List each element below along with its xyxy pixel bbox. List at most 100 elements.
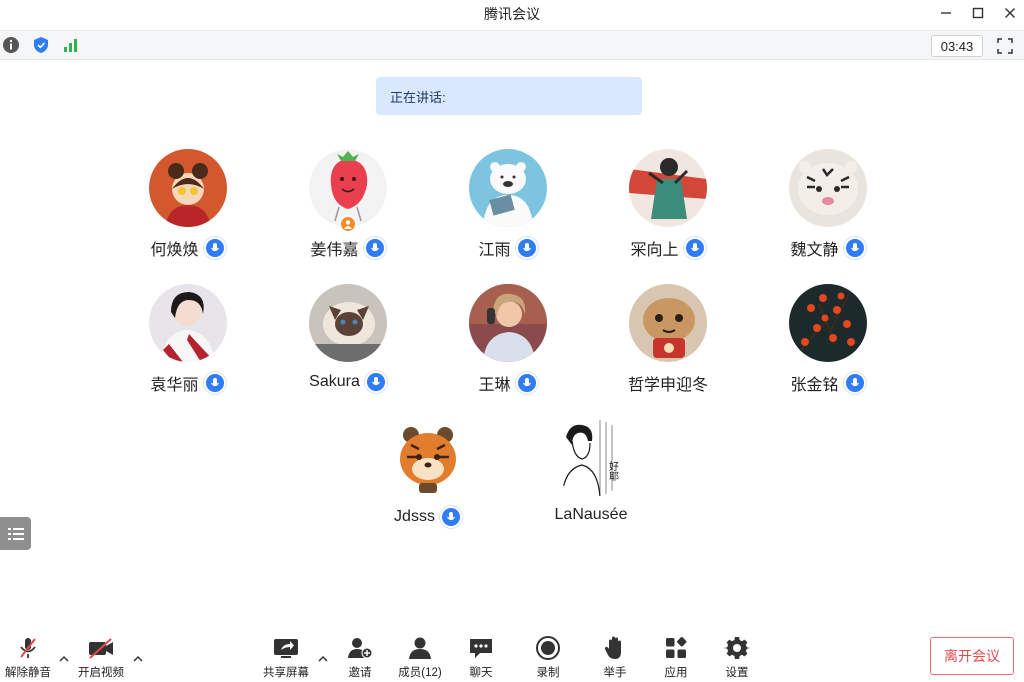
members-icon [405, 634, 435, 662]
avatar [629, 149, 707, 227]
signal-icon [64, 39, 77, 52]
share-screen-label: 共享屏幕 [263, 667, 309, 679]
avatar [469, 149, 547, 227]
meeting-timer: 03:43 [931, 35, 983, 57]
raise-hand-button[interactable]: 举手 [587, 634, 643, 682]
unmute-button[interactable]: 解除静音 [0, 634, 56, 682]
audio-options-button[interactable] [57, 652, 71, 666]
minimize-icon [941, 12, 951, 14]
video-options-button[interactable] [131, 652, 145, 666]
start-video-button[interactable]: 开启视频 [73, 634, 129, 682]
mic-muted-icon [13, 634, 43, 662]
avatar [629, 284, 707, 362]
participant-tile[interactable]: 姜伟嘉 [273, 149, 423, 269]
record-button[interactable]: 录制 [520, 634, 576, 682]
mic-icon [439, 506, 462, 528]
shield-icon [34, 37, 48, 53]
chevron-up-icon [318, 655, 328, 662]
participant-name: 哲学申迎冬 [627, 377, 708, 394]
participant-tile[interactable]: 张金铭 [753, 284, 903, 404]
participant-name: 袁华丽 [150, 377, 199, 394]
security-button[interactable] [30, 34, 52, 56]
participant-list-toggle[interactable] [0, 517, 31, 550]
meeting-info-bar: 03:43 [0, 30, 1024, 60]
info-icon [3, 37, 19, 53]
fullscreen-button[interactable] [994, 35, 1016, 57]
camera-off-icon [86, 634, 116, 662]
participant-name: Jdsss [394, 508, 435, 525]
participant-tile[interactable]: 袁华丽 [113, 284, 263, 404]
avatar [149, 149, 227, 227]
members-label: 成员(12) [398, 667, 442, 679]
mic-icon [515, 372, 538, 394]
participant-name: 何焕焕 [150, 242, 199, 259]
gear-icon [722, 634, 752, 662]
participant-tile[interactable]: 魏文静 [753, 149, 903, 269]
share-screen-button[interactable]: 共享屏幕 [258, 634, 314, 682]
window-title: 腾讯会议 [484, 6, 540, 22]
avatar [309, 284, 387, 362]
chevron-up-icon [59, 655, 69, 662]
participant-name: 魏文静 [790, 242, 839, 259]
raise-hand-label: 举手 [603, 667, 627, 679]
maximize-button[interactable] [964, 2, 992, 24]
avatar [389, 419, 467, 497]
mic-icon [843, 237, 866, 259]
avatar: 好耶 [552, 419, 630, 497]
mic-icon [203, 372, 226, 394]
participant-tile[interactable]: Sakura [273, 284, 423, 404]
participant-tile[interactable]: 王琳 [433, 284, 583, 404]
invite-button[interactable]: 邀请 [332, 634, 388, 682]
mic-icon [203, 237, 226, 259]
mic-icon [364, 371, 387, 393]
close-button[interactable] [996, 2, 1024, 24]
maximize-icon [972, 7, 984, 19]
settings-button[interactable]: 设置 [709, 634, 765, 682]
chat-label: 聊天 [469, 667, 493, 679]
host-badge-icon [339, 215, 357, 233]
chat-button[interactable]: 聊天 [453, 634, 509, 682]
avatar [149, 284, 227, 362]
leave-meeting-button[interactable]: 离开会议 [930, 637, 1014, 675]
list-icon [7, 527, 24, 540]
apps-icon [661, 634, 691, 662]
members-button[interactable]: 成员(12) [392, 634, 448, 682]
participant-tile[interactable]: 哲学申迎冬 [593, 284, 743, 404]
avatar [789, 149, 867, 227]
participant-name: 王琳 [478, 377, 511, 394]
unmute-label: 解除静音 [5, 667, 51, 679]
share-options-button[interactable] [316, 652, 330, 666]
title-bar: 腾讯会议 [0, 0, 1024, 28]
record-icon [533, 634, 563, 662]
participant-tile[interactable]: 好耶 LaNausée [516, 419, 666, 539]
close-icon [1005, 8, 1015, 18]
avatar [789, 284, 867, 362]
record-label: 录制 [536, 667, 560, 679]
participant-tile[interactable]: 冞向上 [593, 149, 743, 269]
avatar [469, 284, 547, 362]
avatar-caption: 好耶 [607, 461, 619, 482]
share-screen-icon [271, 634, 301, 662]
raise-hand-icon [600, 634, 630, 662]
minimize-button[interactable] [932, 2, 960, 24]
participant-name: 张金铭 [790, 377, 839, 394]
participant-tile[interactable]: Jdsss [353, 419, 503, 539]
mic-icon [683, 237, 706, 259]
chat-icon [466, 634, 496, 662]
participant-name: 姜伟嘉 [310, 242, 359, 259]
participant-name: LaNausée [554, 506, 628, 523]
apps-button[interactable]: 应用 [648, 634, 704, 682]
participant-name: 江雨 [478, 242, 511, 259]
participant-tile[interactable]: 江雨 [433, 149, 583, 269]
mic-icon [515, 237, 538, 259]
participant-name: Sakura [309, 373, 360, 390]
network-status-button[interactable] [60, 34, 82, 56]
speaking-indicator: 正在讲话: [376, 77, 642, 115]
meeting-info-button[interactable] [0, 34, 22, 56]
participant-tile[interactable]: 何焕焕 [113, 149, 263, 269]
mic-icon [843, 372, 866, 394]
speaking-label: 正在讲话: [390, 89, 446, 105]
add-user-icon [345, 634, 375, 662]
invite-label: 邀请 [348, 667, 372, 679]
fullscreen-icon [997, 38, 1013, 54]
